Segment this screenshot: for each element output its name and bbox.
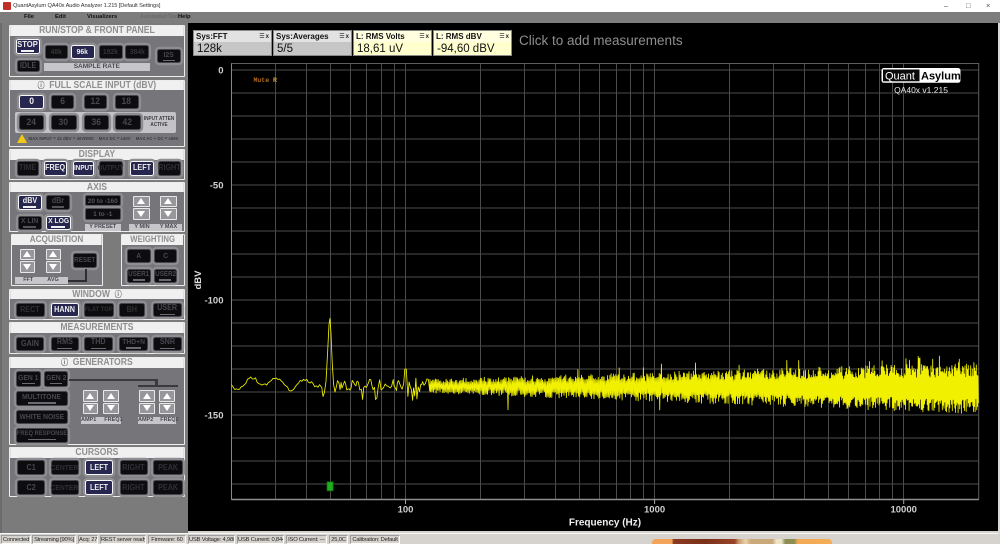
svg-text:10000: 10000 [890,504,916,515]
svg-text:Frequency (Hz): Frequency (Hz) [569,517,641,528]
svg-text:dBV: dBV [193,269,204,289]
svg-text:Quant: Quant [885,70,915,82]
svg-text:QA40x v1.215: QA40x v1.215 [894,85,948,95]
svg-text:Mute R: Mute R [254,77,278,84]
svg-text:1000: 1000 [644,504,665,515]
svg-text:0: 0 [218,65,223,76]
svg-text:-100: -100 [204,295,223,306]
svg-text:Asylum: Asylum [921,70,961,82]
svg-text:100: 100 [398,504,414,515]
svg-text:-50: -50 [210,180,224,191]
svg-text:-150: -150 [204,410,223,421]
